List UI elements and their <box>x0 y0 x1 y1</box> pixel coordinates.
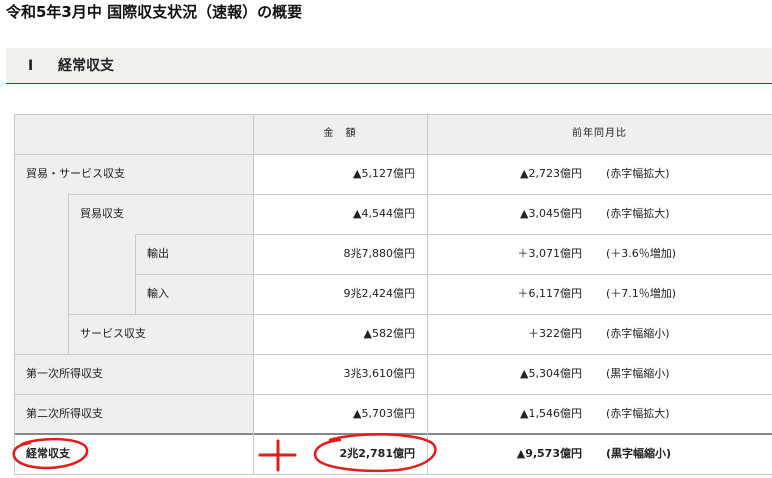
row-label-total: 経常収支 <box>26 447 70 460</box>
row-note-total: (黒字幅縮小) <box>606 447 672 460</box>
row-note: (赤字幅縮小) <box>606 327 670 340</box>
grid-line <box>135 234 772 235</box>
row-note: (赤字幅拡大) <box>606 407 670 420</box>
row-yoy: ▲1,546億円 <box>520 407 582 420</box>
table-header-blank <box>14 114 253 154</box>
header-amount: 金 額 <box>253 114 427 154</box>
grid-line <box>14 354 772 355</box>
row-amount: ▲5,703億円 <box>353 407 415 420</box>
row-yoy-total: ▲9,573億円 <box>516 447 582 460</box>
grid-line <box>14 114 15 475</box>
row-yoy: ＋3,071億円 <box>517 247 583 260</box>
grid-line-total <box>14 433 772 435</box>
balance-table: 金 額 前年同月比 貿易・サービス収支 ▲5,127億円 ▲2,723億円 (赤… <box>0 0 772 478</box>
header-yoy: 前年同月比 <box>427 114 772 154</box>
grid-line <box>427 114 428 475</box>
row-yoy: ＋6,117億円 <box>517 287 583 300</box>
grid-line <box>14 474 772 475</box>
row-amount: 9兆2,424億円 <box>343 287 416 300</box>
grid-line <box>14 394 772 395</box>
row-yoy: ▲2,723億円 <box>520 167 582 180</box>
row-label: 輸入 <box>147 287 169 300</box>
grid-line <box>135 234 136 314</box>
row-note: (＋3.6％増加) <box>606 247 677 260</box>
grid-line <box>14 154 772 155</box>
row-amount: ▲582億円 <box>363 327 415 340</box>
row-amount: 3兆3,610億円 <box>343 367 416 380</box>
row-amount: ▲4,544億円 <box>353 207 415 220</box>
row-label: 第一次所得収支 <box>26 367 103 380</box>
grid-line <box>68 194 772 195</box>
row-label: 貿易・サービス収支 <box>26 167 125 180</box>
row-yoy: ▲5,304億円 <box>520 367 582 380</box>
grid-line <box>135 274 772 275</box>
grid-line <box>68 194 69 354</box>
row-note: (＋7.1％増加) <box>606 287 677 300</box>
row-amount: ▲5,127億円 <box>353 167 415 180</box>
row-label: サービス収支 <box>80 327 146 340</box>
row-yoy: ＋322億円 <box>528 327 582 340</box>
row-amount: 8兆7,880億円 <box>343 247 416 260</box>
grid-line <box>253 114 254 475</box>
row-label: 第二次所得収支 <box>26 407 103 420</box>
row-label: 貿易収支 <box>80 207 124 220</box>
row-label: 輸出 <box>147 247 169 260</box>
row-amount-total: 2兆2,781億円 <box>339 447 415 460</box>
row-note: (赤字幅拡大) <box>606 167 670 180</box>
row-yoy: ▲3,045億円 <box>520 207 582 220</box>
grid-line <box>14 114 772 115</box>
row-note: (黒字幅縮小) <box>606 367 670 380</box>
grid-line <box>68 314 772 315</box>
row-note: (赤字幅拡大) <box>606 207 670 220</box>
